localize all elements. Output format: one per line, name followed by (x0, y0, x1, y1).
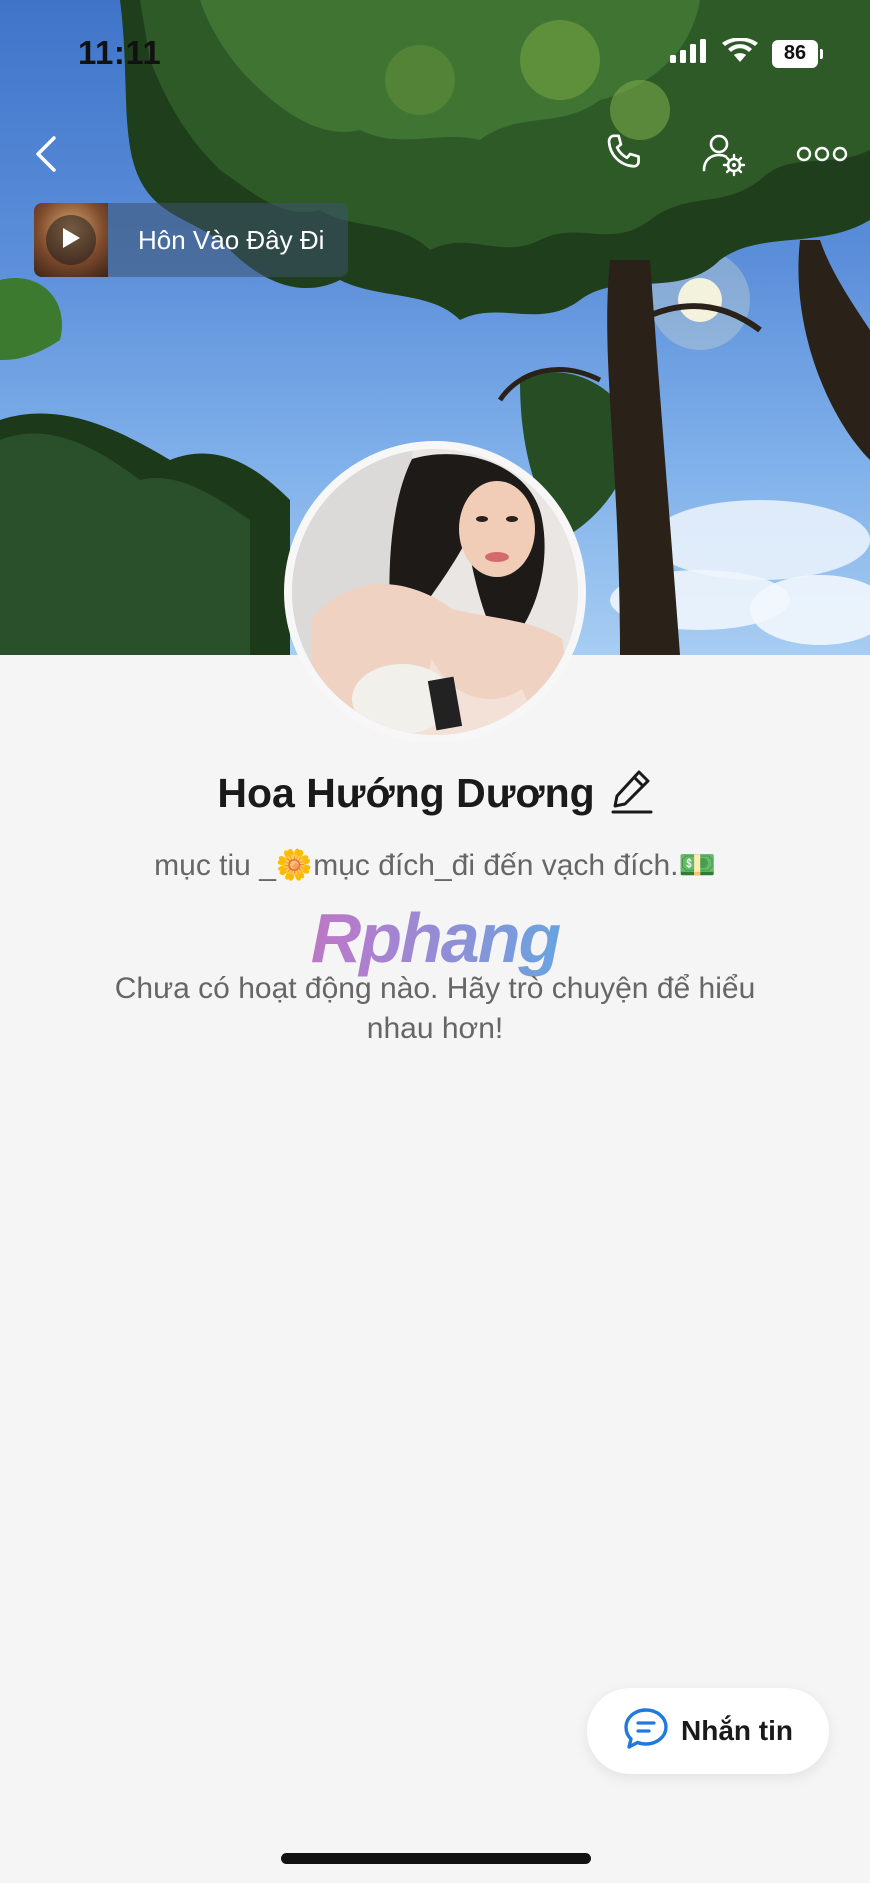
profile-avatar[interactable] (284, 441, 586, 743)
call-button[interactable] (594, 126, 654, 186)
status-time: 11:11 (78, 34, 162, 71)
chevron-left-icon (32, 134, 60, 179)
music-title: Hôn Vào Đây Đi (138, 224, 325, 255)
phone-icon (601, 131, 647, 182)
profile-bio: mục tiu _🌼mục đích_đi đến vạch đích.💵 (0, 848, 870, 883)
watermark-logo: Rphang (0, 898, 870, 978)
more-horizontal-icon (796, 145, 848, 168)
back-button[interactable] (16, 126, 76, 186)
money-emoji: 💵 (678, 849, 716, 882)
bio-text-part1: mục tiu _ (154, 849, 276, 882)
flower-emoji: 🌼 (275, 849, 314, 882)
more-options-button[interactable] (792, 126, 852, 186)
music-cover-thumbnail (34, 203, 108, 277)
bio-text-part2: mục đích_đi đến vạch đích. (313, 849, 679, 882)
pencil-icon[interactable] (611, 768, 653, 819)
profile-music-player[interactable]: Hôn Vào Đây Đi (34, 203, 348, 277)
wifi-icon (722, 37, 758, 69)
battery-indicator: 86 (772, 39, 823, 68)
play-icon (60, 226, 82, 255)
status-icons: 86 (670, 37, 823, 69)
empty-activity-message: Chưa có hoạt động nào. Hãy trò chuyện để… (114, 972, 756, 1045)
user-settings-icon (700, 130, 748, 183)
profile-settings-button[interactable] (694, 126, 754, 186)
home-indicator[interactable] (281, 1853, 591, 1864)
profile-name: Hoa Hướng Dương (217, 770, 595, 816)
chat-bubble-icon (623, 1707, 669, 1756)
cellular-signal-icon (670, 39, 708, 68)
send-message-label: Nhắn tin (681, 1715, 793, 1746)
send-message-button[interactable]: Nhắn tin (587, 1688, 829, 1774)
play-button[interactable] (46, 215, 96, 265)
avatar-photo (292, 449, 578, 735)
profile-name-row: Hoa Hướng Dương (0, 768, 870, 819)
